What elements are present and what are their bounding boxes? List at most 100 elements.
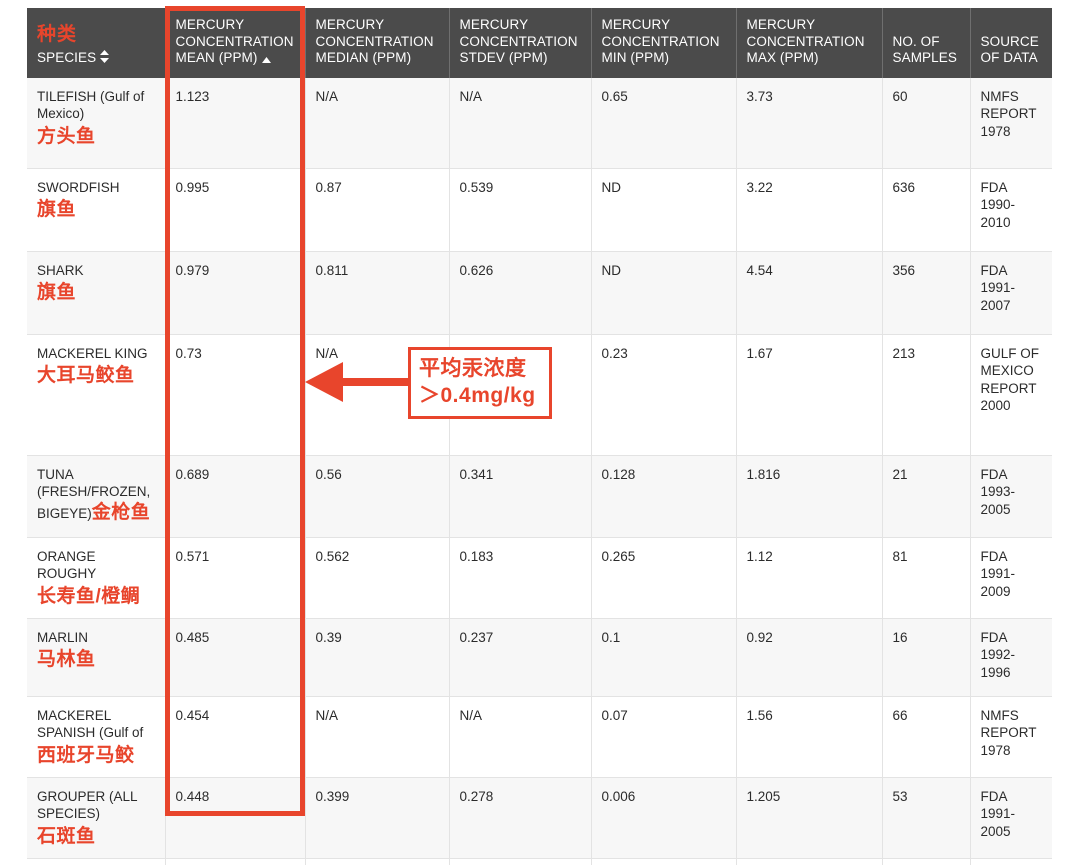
column-header-source[interactable]: SOURCE OF DATA xyxy=(970,8,1052,78)
column-header-mean-label: MERCURY CONCENTRATION MEAN (PPM) xyxy=(176,17,294,65)
cell-min: 0.07 xyxy=(591,696,736,777)
sort-ascending-icon[interactable] xyxy=(262,57,271,63)
cell-species: ORANGE ROUGHY 长寿鱼/橙鲷 xyxy=(27,537,165,618)
cell-max: 1.56 xyxy=(736,696,882,777)
column-header-stdev[interactable]: MERCURY CONCENTRATION STDEV (PPM) xyxy=(449,8,591,78)
column-header-median[interactable]: MERCURY CONCENTRATION MEDIAN (PPM) xyxy=(305,8,449,78)
cell-max: 1.67 xyxy=(736,334,882,455)
cell-species: SWORDFISH 旗鱼 xyxy=(27,168,165,251)
cell-source: FDA 1991-2009 xyxy=(970,537,1052,618)
species-name-zh: 石斑鱼 xyxy=(37,825,155,848)
cell-stdev: 0.278 xyxy=(449,777,591,858)
cell-max: 0.92 xyxy=(736,618,882,696)
column-header-species[interactable]: 种类 SPECIES xyxy=(27,8,165,78)
cell-samples: 66 xyxy=(882,696,970,777)
cell-source xyxy=(970,858,1052,865)
cell-median: N/A xyxy=(305,696,449,777)
column-header-min[interactable]: MERCURY CONCENTRATION MIN (PPM) xyxy=(591,8,736,78)
cell-max xyxy=(736,858,882,865)
column-header-stdev-label: MERCURY CONCENTRATION STDEV (PPM) xyxy=(460,17,578,65)
species-name-en: MARLIN xyxy=(37,630,88,645)
column-header-samples[interactable]: NO. OF SAMPLES xyxy=(882,8,970,78)
cell-median: 0.56 xyxy=(305,455,449,537)
cell-mean: 0.979 xyxy=(165,251,305,334)
cell-median: 0.399 xyxy=(305,777,449,858)
column-header-species-zh: 种类 xyxy=(37,24,155,46)
cell-max: 1.12 xyxy=(736,537,882,618)
cell-median: 0.39 xyxy=(305,618,449,696)
species-name-zh: 西班牙马鲛 xyxy=(37,744,155,767)
cell-mean: 0.689 xyxy=(165,455,305,537)
cell-source: FDA 1992-1996 xyxy=(970,618,1052,696)
cell-median: 0.562 xyxy=(305,537,449,618)
cell-source: FDA 1991-2007 xyxy=(970,251,1052,334)
cell-stdev xyxy=(449,858,591,865)
cell-mean: 0.571 xyxy=(165,537,305,618)
cell-samples: 81 xyxy=(882,537,970,618)
table-body: TILEFISH (Gulf of Mexico)方头鱼 1.123 N/A N… xyxy=(27,78,1052,865)
species-name-en: SHARK xyxy=(37,263,84,278)
cell-source: FDA 1993-2005 xyxy=(970,455,1052,537)
mercury-table-container: 种类 SPECIES MERCURY CONCENTRATION MEAN (P… xyxy=(27,8,1052,865)
cell-min: ND xyxy=(591,168,736,251)
cell-max: 3.22 xyxy=(736,168,882,251)
annotation-callout: 平均汞浓度 ＞0.4mg/kg xyxy=(408,347,552,419)
cell-max: 3.73 xyxy=(736,78,882,169)
cell-samples: 16 xyxy=(882,618,970,696)
cell-stdev: N/A xyxy=(449,78,591,169)
species-name-en: SWORDFISH xyxy=(37,180,120,195)
cell-source: NMFS REPORT 1978 xyxy=(970,696,1052,777)
cell-median: N/A xyxy=(305,78,449,169)
cell-samples xyxy=(882,858,970,865)
cell-samples: 53 xyxy=(882,777,970,858)
species-name-zh: 长寿鱼/橙鲷 xyxy=(37,585,155,608)
cell-stdev: 0.237 xyxy=(449,618,591,696)
column-header-min-label: MERCURY CONCENTRATION MIN (PPM) xyxy=(602,17,720,65)
cell-min: 0.265 xyxy=(591,537,736,618)
annotation-line-2: ＞0.4mg/kg xyxy=(419,382,541,409)
species-name-zh: 旗鱼 xyxy=(37,281,155,304)
cell-species: GROUPER (ALL SPECIES) 石斑鱼 xyxy=(27,777,165,858)
cell-mean: 0.73 xyxy=(165,334,305,455)
table-row: ORANGE ROUGHY 长寿鱼/橙鲷 0.571 0.562 0.183 0.… xyxy=(27,537,1052,618)
cell-samples: 60 xyxy=(882,78,970,169)
table-row: SHARK旗鱼 0.979 0.811 0.626 ND 4.54 356 FD… xyxy=(27,251,1052,334)
species-name-zh: 马林鱼 xyxy=(37,648,155,671)
cell-mean: 0.448 xyxy=(165,777,305,858)
cell-source: NMFS REPORT 1978 xyxy=(970,78,1052,169)
table-row: SWORDFISH旗鱼 0.995 0.87 0.539 ND 3.22 636… xyxy=(27,168,1052,251)
column-header-mean[interactable]: MERCURY CONCENTRATION MEAN (PPM) xyxy=(165,8,305,78)
cell-min: 0.65 xyxy=(591,78,736,169)
species-name-en: GROUPER (ALL SPECIES) xyxy=(37,789,137,822)
cell-stdev: 0.183 xyxy=(449,537,591,618)
cell-min: ND xyxy=(591,251,736,334)
annotation-arrow-icon xyxy=(305,360,415,404)
cell-species: MACKEREL SPANISH (Gulf of 西班牙马鲛 xyxy=(27,696,165,777)
species-name-en: TILEFISH (Gulf of Mexico) xyxy=(37,89,144,122)
column-header-species-label: SPECIES xyxy=(37,50,96,65)
cell-median xyxy=(305,858,449,865)
table-header-row: 种类 SPECIES MERCURY CONCENTRATION MEAN (P… xyxy=(27,8,1052,78)
annotation-line-1: 平均汞浓度 xyxy=(419,355,541,382)
species-name-zh: 大耳马鲛鱼 xyxy=(37,364,155,387)
cell-samples: 356 xyxy=(882,251,970,334)
table-row: MACKEREL SPANISH (Gulf of西班牙马鲛 0.454 N/A… xyxy=(27,696,1052,777)
cell-min xyxy=(591,858,736,865)
cell-median: 0.87 xyxy=(305,168,449,251)
species-name-zh: 旗鱼 xyxy=(37,198,155,221)
table-row: GROUPER (ALL SPECIES) 石斑鱼 0.448 0.399 0.2… xyxy=(27,777,1052,858)
cell-stdev: 0.626 xyxy=(449,251,591,334)
cell-species: MACKEREL KING 大耳马鲛鱼 xyxy=(27,334,165,455)
sort-both-icon[interactable] xyxy=(100,50,109,63)
species-name-en: ORANGE ROUGHY xyxy=(37,549,96,582)
species-name-en: MACKEREL SPANISH (Gulf of xyxy=(37,708,143,741)
cell-species: TUNA (FRESH/FROZEN, BIGEYE)金枪鱼 xyxy=(27,455,165,537)
cell-species xyxy=(27,858,165,865)
table-row: TUNA (FRESH/FROZEN, BIGEYE)金枪鱼 0.689 0.5… xyxy=(27,455,1052,537)
page-root: 种类 SPECIES MERCURY CONCENTRATION MEAN (P… xyxy=(0,0,1080,822)
table-row: TILEFISH (Gulf of Mexico)方头鱼 1.123 N/A N… xyxy=(27,78,1052,169)
column-header-max[interactable]: MERCURY CONCENTRATION MAX (PPM) xyxy=(736,8,882,78)
cell-samples: 21 xyxy=(882,455,970,537)
species-name-en: MACKEREL KING xyxy=(37,346,148,361)
cell-species: SHARK 旗鱼 xyxy=(27,251,165,334)
